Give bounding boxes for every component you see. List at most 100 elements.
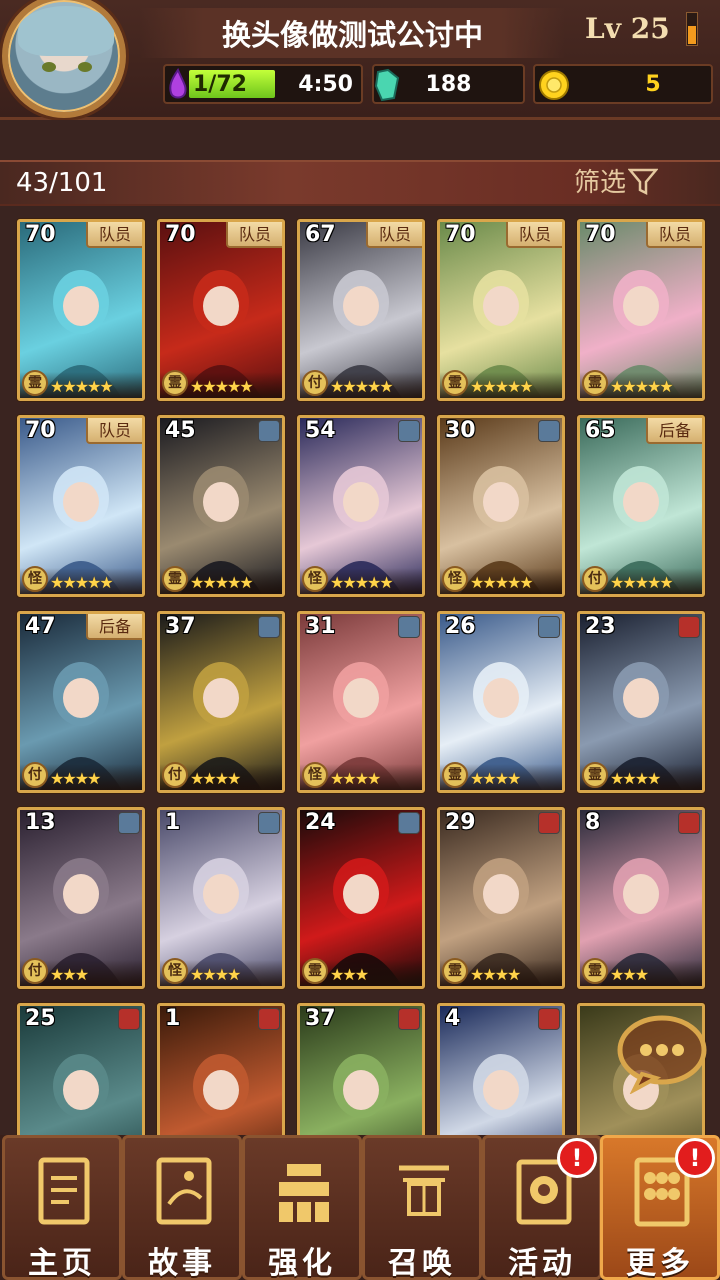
character-card[interactable]: 1 [157,1003,285,1135]
team-role-badge: 队员 [506,222,562,248]
rarity-stars: ★★★★★ [330,573,394,592]
character-level: 1 [165,810,181,835]
team-role-badge: 队员 [86,418,142,444]
filter-label: 筛选 [574,168,627,198]
character-card[interactable]: 26 霊 ★★★★ [437,611,565,793]
character-level: 29 [445,810,476,835]
rarity-stars: ★★★ [330,965,369,984]
element-badge: 霊 [302,958,328,984]
character-level: 37 [305,1006,336,1031]
bottom-nav: 主页 故事 强化 召唤 活动! 更多! [0,1135,720,1280]
nav-item-5[interactable]: 更多! [600,1135,720,1280]
rarity-stars: ★★★★★ [50,377,114,396]
character-card[interactable]: 67 队员付 ★★★★★ [297,219,425,401]
nav-item-1[interactable]: 故事 [122,1135,242,1280]
element-badge: 霊 [442,762,468,788]
character-level: 1 [165,1006,181,1031]
character-card[interactable]: 70 队员霊 ★★★★★ [437,219,565,401]
avatar-eye-left [42,62,56,72]
character-card[interactable]: 30 怪 ★★★★★ [437,415,565,597]
nav-label: 故事 [148,1246,216,1280]
character-level: 24 [305,810,336,835]
element-badge: 怪 [162,958,188,984]
team-role-badge: 队员 [226,222,282,248]
weapon-type-icon [118,812,140,834]
character-card[interactable]: 25 [17,1003,145,1135]
weapon-type-icon [538,812,560,834]
character-card[interactable]: 45 霊 ★★★★★ [157,415,285,597]
rarity-stars: ★★★★ [470,769,521,788]
nav-label: 主页 [28,1246,96,1280]
character-level: 67 [305,222,336,247]
character-card[interactable]: 4 [437,1003,565,1135]
coin-counter[interactable]: 5 [533,64,713,104]
avatar[interactable] [2,0,126,118]
character-level: 65 [585,418,616,443]
team-role-badge: 队员 [366,222,422,248]
rarity-stars: ★★★★ [190,965,241,984]
avatar-hair [18,6,114,56]
character-card[interactable]: 47 后备付 ★★★★ [17,611,145,793]
character-card[interactable]: 70 队员霊 ★★★★★ [157,219,285,401]
rarity-stars: ★★★★★ [190,573,254,592]
character-card[interactable]: 54 怪 ★★★★★ [297,415,425,597]
character-card[interactable]: 24 霊 ★★★ [297,807,425,989]
gem-counter[interactable]: 188 [372,64,525,104]
character-card[interactable]: 31 怪 ★★★★ [297,611,425,793]
rarity-stars: ★★★★ [190,769,241,788]
rarity-stars: ★★★★ [50,769,101,788]
stamina-value: 1/72 [193,71,247,97]
character-card[interactable]: 8 霊 ★★★ [577,807,705,989]
nav-item-2[interactable]: 强化 [242,1135,362,1280]
character-card[interactable]: 13 付 ★★★ [17,807,145,989]
character-level: 31 [305,614,336,639]
nav-item-3[interactable]: 召唤 [362,1135,482,1280]
gate-icon [399,1165,449,1216]
team-role-badge: 队员 [646,222,702,248]
rarity-stars: ★★★★★ [330,377,394,396]
character-card[interactable]: 70 队员霊 ★★★★★ [17,219,145,401]
weapon-type-icon [538,420,560,442]
character-card[interactable]: 37 付 ★★★★ [157,611,285,793]
avatar-frame[interactable] [0,0,140,120]
character-card[interactable]: 65 后备付 ★★★★★ [577,415,705,597]
element-badge: 霊 [442,370,468,396]
character-grid: 70 队员霊 ★★★★★ 70 队员霊 ★★★★★ 67 队员付 ★★★★★ 70 队员霊 ★★… [0,210,720,1135]
team-role-badge: 后备 [646,418,702,444]
nav-label: 活动 [508,1246,576,1280]
weapon-type-icon [258,420,280,442]
avatar-eye-right [78,62,92,72]
roster-header: 43/101 筛选 [0,160,720,206]
character-card[interactable]: 37 [297,1003,425,1135]
weapon-type-icon [538,616,560,638]
element-badge: 怪 [22,566,48,592]
nav-label: 召唤 [388,1246,456,1280]
gem-value: 188 [425,71,472,97]
element-badge: 付 [22,958,48,984]
stamina-counter[interactable]: 1/72 4:50 [163,64,363,104]
nav-item-4[interactable]: 活动! [482,1135,602,1280]
rarity-stars: ★★★★★ [190,377,254,396]
element-badge: 付 [582,566,608,592]
nav-item-0[interactable]: 主页 [2,1135,122,1280]
character-level: 4 [445,1006,461,1031]
character-card[interactable]: 70 队员怪 ★★★★★ [17,415,145,597]
filter-button[interactable]: 筛选 [574,162,659,199]
element-badge: 霊 [582,958,608,984]
character-card[interactable]: 70 队员霊 ★★★★★ [577,219,705,401]
weapon-type-icon [398,812,420,834]
element-badge: 付 [162,762,188,788]
rarity-stars: ★★★★★ [610,573,674,592]
rarity-stars: ★★★★ [610,769,661,788]
element-badge: 付 [22,762,48,788]
character-card[interactable]: 29 霊 ★★★★ [437,807,565,989]
bars-icon [279,1164,329,1222]
character-level: 70 [25,222,56,247]
character-level: 70 [25,418,56,443]
chat-bubble-button[interactable] [612,1012,708,1095]
character-level: 37 [165,614,196,639]
character-level: 26 [445,614,476,639]
character-card[interactable]: 1 怪 ★★★★ [157,807,285,989]
nav-label: 强化 [268,1246,336,1280]
character-card[interactable]: 23 霊 ★★★★ [577,611,705,793]
